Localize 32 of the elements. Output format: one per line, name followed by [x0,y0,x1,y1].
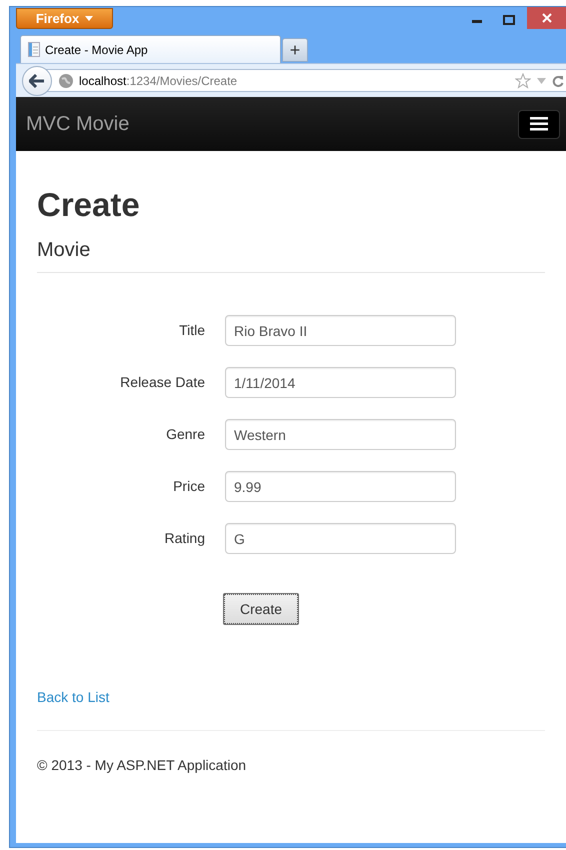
field-label: Rating [164,529,205,548]
maximize-icon[interactable] [503,15,515,25]
close-icon [542,13,552,23]
back-arrow-icon [29,74,45,88]
section-heading: Movie [37,238,90,263]
text-field[interactable]: Western [225,419,456,450]
menu-icon [530,117,548,131]
page-heading: Create [37,185,140,225]
field-label: Release Date [119,373,205,392]
star-icon[interactable] [515,72,531,88]
new-tab-button[interactable]: + [282,38,308,62]
browser-tab[interactable]: Create - Movie App [20,35,281,63]
field-label: Price [172,477,205,496]
menu-button[interactable] [518,110,560,138]
back-to-list-link[interactable]: Back to List [37,687,110,708]
create-button[interactable]: Create [223,593,299,625]
text-field[interactable]: Rio Bravo II [225,315,456,346]
brand-link[interactable]: MVC Movie [26,109,130,139]
page-icon [28,42,40,57]
footer-text: © 2013 - My ASP.NET Application [37,756,246,775]
text-field[interactable]: 1/11/2014 [225,367,456,398]
globe-icon [59,74,73,88]
text-field[interactable]: G [225,523,456,554]
address-bar[interactable]: localhost:1234/Movies/Create [46,69,566,92]
close-button[interactable] [527,7,566,29]
field-label: Genre [165,425,205,444]
field-label: Title [178,321,205,340]
url-text: localhost:1234/Movies/Create [79,72,238,90]
back-button[interactable] [22,66,52,96]
caret-icon [85,16,94,21]
reload-icon[interactable] [552,74,564,86]
text-field[interactable]: 9.99 [225,471,456,502]
